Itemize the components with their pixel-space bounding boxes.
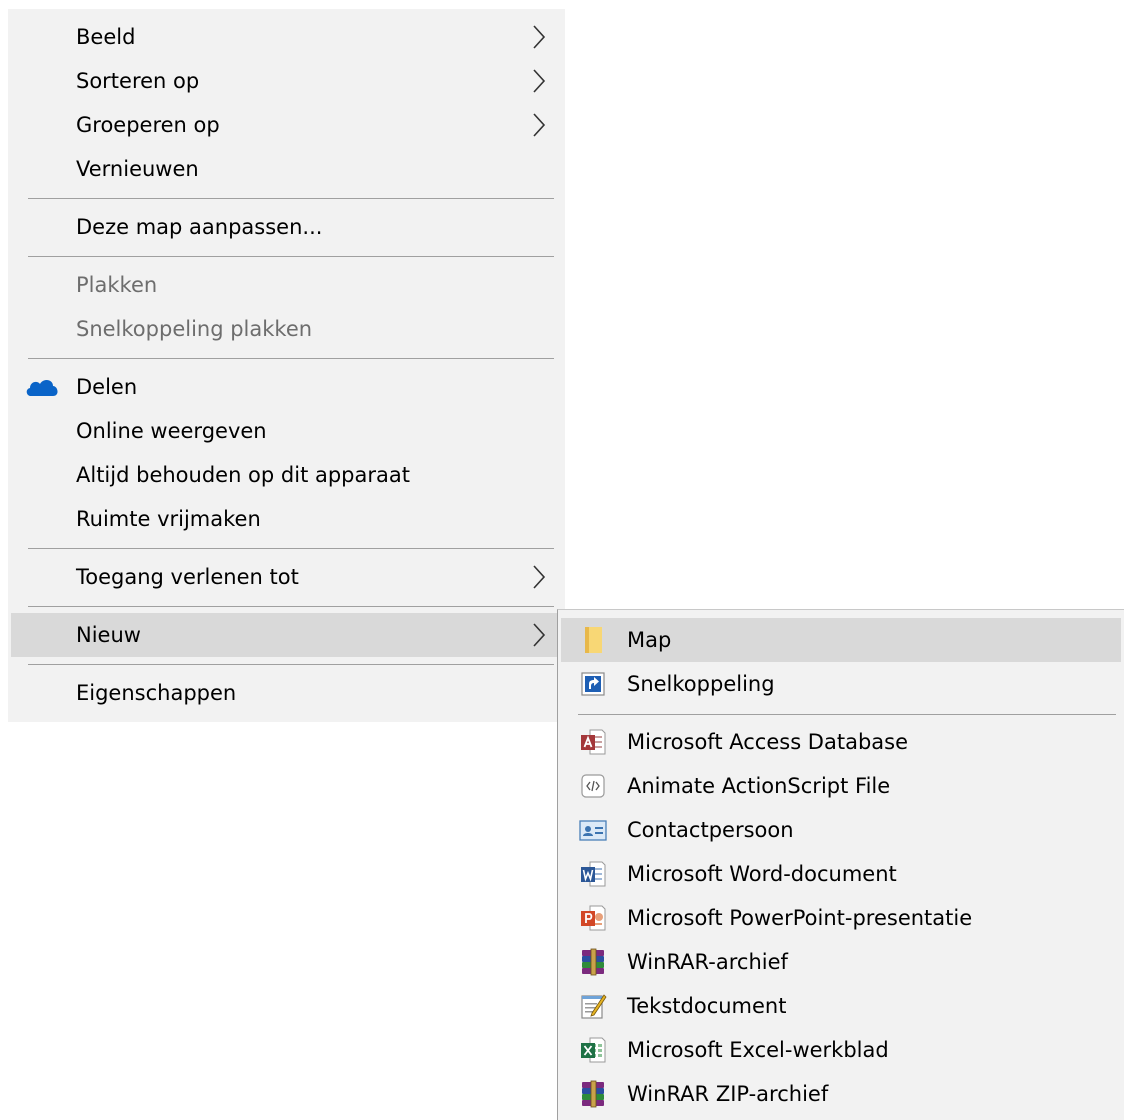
menu-separator [28,606,554,607]
menu-separator [28,358,554,359]
winrar-zip-archive-icon [582,1080,604,1108]
submenu-item-label: Microsoft Excel-werkblad [627,1038,889,1062]
actionscript-file-icon [581,774,605,798]
menu-item-label: Altijd behouden op dit apparaat [76,463,410,487]
menu-item-label: Nieuw [76,623,141,647]
menu-item-beeld[interactable]: Beeld [11,15,562,59]
menu-item-label: Sorteren op [76,69,200,93]
submenu-item-label: WinRAR ZIP-archief [627,1082,829,1106]
word-document-icon [581,861,606,887]
menu-item-ruimte-vrijmaken[interactable]: Ruimte vrijmaken [11,497,562,541]
menu-item-eigenschappen[interactable]: Eigenschappen [11,671,562,715]
menu-item-label: Plakken [76,273,158,297]
powerpoint-presentation-icon [581,905,606,931]
submenu-item-contactpersoon[interactable]: Contactpersoon [561,808,1121,852]
menu-item-plakken: Plakken [11,263,562,307]
menu-item-toegang-verlenen-tot[interactable]: Toegang verlenen tot [11,555,562,599]
submenu-item-label: WinRAR-archief [627,950,788,974]
context-menu: Beeld Sorteren op Groeperen op Vernieuwe… [8,9,565,722]
submenu-item-powerpoint-presentation[interactable]: Microsoft PowerPoint-presentatie [561,896,1121,940]
submenu-item-snelkoppeling[interactable]: Snelkoppeling [561,662,1121,706]
menu-item-label: Toegang verlenen tot [76,565,299,589]
menu-item-label: Ruimte vrijmaken [76,507,261,531]
menu-item-altijd-behouden[interactable]: Altijd behouden op dit apparaat [11,453,562,497]
submenu-item-access-database[interactable]: Microsoft Access Database [561,720,1121,764]
menu-item-snelkoppeling-plakken: Snelkoppeling plakken [11,307,562,351]
menu-separator [578,714,1116,715]
submenu-item-label: Animate ActionScript File [627,774,891,798]
menu-item-label: Vernieuwen [76,157,199,181]
menu-separator [28,548,554,549]
submenu-item-excel-worksheet[interactable]: Microsoft Excel-werkblad [561,1028,1121,1072]
menu-item-label: Delen [76,375,138,399]
submenu-item-word-document[interactable]: Microsoft Word-document [561,852,1121,896]
access-database-icon [581,729,606,755]
excel-worksheet-icon [581,1037,606,1063]
menu-item-deze-map-aanpassen[interactable]: Deze map aanpassen... [11,205,562,249]
menu-separator [28,256,554,257]
submenu-item-label: Microsoft Access Database [627,730,909,754]
menu-item-label: Snelkoppeling plakken [76,317,313,341]
new-submenu: Map Snelkoppeling Microsoft Access Datab… [557,609,1124,1120]
menu-item-label: Groeperen op [76,113,220,137]
chevron-right-icon [533,25,546,49]
submenu-item-tekstdocument[interactable]: Tekstdocument [561,984,1121,1028]
menu-item-groeperen-op[interactable]: Groeperen op [11,103,562,147]
chevron-right-icon [533,69,546,93]
submenu-item-winrar-zip-archief[interactable]: WinRAR ZIP-archief [561,1072,1121,1116]
chevron-right-icon [533,565,546,589]
menu-separator [28,198,554,199]
menu-item-label: Deze map aanpassen... [76,215,323,239]
submenu-item-label: Snelkoppeling [627,672,775,696]
menu-item-online-weergeven[interactable]: Online weergeven [11,409,562,453]
winrar-archive-icon [582,948,604,976]
menu-item-label: Beeld [76,25,136,49]
submenu-item-label: Map [627,628,672,652]
menu-item-label: Eigenschappen [76,681,237,705]
chevron-right-icon [533,623,546,647]
submenu-item-label: Contactpersoon [627,818,794,842]
menu-item-delen[interactable]: Delen [11,365,562,409]
submenu-item-label: Microsoft Word-document [627,862,897,886]
menu-item-sorteren-op[interactable]: Sorteren op [11,59,562,103]
text-document-icon [581,994,607,1019]
folder-icon [585,627,602,653]
submenu-item-map[interactable]: Map [561,618,1121,662]
menu-item-nieuw[interactable]: Nieuw [11,613,562,657]
submenu-item-winrar-archief[interactable]: WinRAR-archief [561,940,1121,984]
menu-item-vernieuwen[interactable]: Vernieuwen [11,147,562,191]
chevron-right-icon [533,113,546,137]
submenu-item-actionscript-file[interactable]: Animate ActionScript File [561,764,1121,808]
submenu-item-label: Tekstdocument [627,994,787,1018]
contact-card-icon [579,820,607,841]
onedrive-cloud-icon [26,380,58,396]
submenu-item-label: Microsoft PowerPoint-presentatie [627,906,973,930]
shortcut-icon [581,672,605,696]
menu-separator [28,664,554,665]
menu-item-label: Online weergeven [76,419,267,443]
